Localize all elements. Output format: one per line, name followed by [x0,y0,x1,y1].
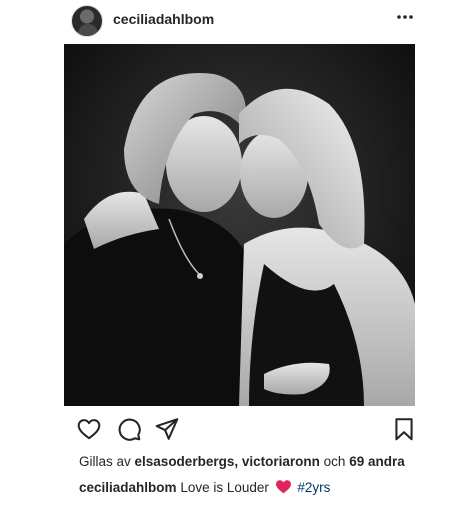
likes-conjunction: och [323,454,346,469]
post-actions [0,410,470,450]
bookmark-icon[interactable] [391,416,417,442]
heart-outline-icon[interactable] [76,416,102,442]
likes-line[interactable]: Gillas av elsasoderbergs, victoriaronn o… [79,454,405,469]
red-heart-icon [275,480,291,494]
avatar[interactable] [71,5,103,37]
caption-text: Love is Louder [180,480,269,495]
post-username[interactable]: ceciliadahlbom [113,11,214,27]
paper-plane-icon[interactable] [154,416,180,442]
post-header: ceciliadahlbom [0,0,470,40]
post-caption: ceciliadahlbom Love is Louder #2yrs [79,479,330,495]
liker-username[interactable]: elsasoderbergs, [135,454,239,469]
more-horizontal-icon[interactable] [394,7,416,27]
hashtag-link[interactable]: #2yrs [297,480,330,495]
photo-image [64,44,415,406]
likes-prefix: Gillas av [79,454,131,469]
post-photo[interactable] [64,44,415,406]
liker-username[interactable]: victoriaronn [242,454,320,469]
likes-others-count[interactable]: 69 andra [349,454,405,469]
caption-username[interactable]: ceciliadahlbom [79,480,177,495]
comment-icon[interactable] [116,416,142,442]
